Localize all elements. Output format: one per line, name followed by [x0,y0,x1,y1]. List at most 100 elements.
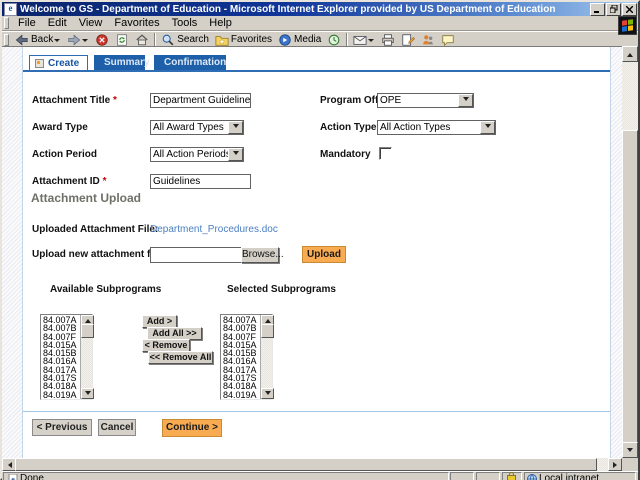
toolbar-grip[interactable] [4,33,9,46]
print-button[interactable] [378,32,398,47]
back-icon [15,33,29,47]
cancel-button[interactable]: Cancel [98,419,136,436]
back-label: Back [31,34,54,45]
restore-button[interactable] [606,2,621,16]
mail-dropdown-icon[interactable] [368,38,375,45]
action-type-select[interactable]: All Action Types [377,120,496,135]
remove-all-button[interactable]: << Remove All [148,351,213,364]
program-office-value: OPE [380,95,402,106]
back-button[interactable]: Back [12,32,64,47]
scroll-up-icon[interactable] [622,46,638,62]
minimize-button[interactable] [590,2,605,16]
scroll-left-icon[interactable] [2,458,16,471]
home-icon [135,33,149,47]
stop-button[interactable] [92,32,112,47]
menu-item[interactable]: Help [203,17,238,29]
tab-create[interactable]: Create [29,55,89,71]
tab-confirmation[interactable]: Confirmation [154,55,226,70]
browse-button[interactable]: Browse... [241,247,284,263]
required-asterisk: * [112,95,117,106]
program-office-select[interactable]: OPE [377,93,474,108]
close-button[interactable] [622,2,637,16]
dropdown-button[interactable] [228,148,243,161]
mail-icon [353,33,367,47]
available-subprograms-listbox[interactable]: 84.007A 84.007B 84.007F 84.015A 84.015B 84.01… [40,314,94,400]
previous-button[interactable]: < Previous [32,419,92,436]
forward-button[interactable] [64,32,92,47]
chevron-down-icon [484,124,491,131]
security-zone-text: Local intranet [539,473,600,480]
edit-button[interactable] [398,32,418,47]
discuss-icon [441,33,455,47]
page-left-margin [2,47,23,459]
scrollbar-thumb[interactable] [261,324,274,338]
security-panel [502,472,522,480]
vertical-scrollbar[interactable] [622,46,638,458]
listbox-scrollbar[interactable] [80,315,94,399]
dropdown-button[interactable] [458,94,473,107]
refresh-button[interactable] [112,32,132,47]
available-subprograms-items: 84.007A 84.007B 84.007F 84.015A 84.015B 84.01… [41,315,80,399]
upload-button[interactable]: Upload [302,246,346,263]
selected-subprograms-listbox[interactable]: 84.007A 84.007B 84.007F 84.015A 84.015B 84.01… [220,314,274,400]
available-subprograms-label: Available Subprograms [50,284,162,295]
intranet-icon [527,473,537,480]
dropdown-button[interactable] [480,121,495,134]
attachment-id-label: Attachment ID * [32,176,107,187]
listbox-scrollbar[interactable] [260,315,274,399]
toolbar-separator [346,33,349,46]
horizontal-scrollbar[interactable] [2,458,622,471]
page-content: Create Summary Confirmation Attachment T… [2,46,622,459]
scrollbar-thumb[interactable] [15,458,597,471]
history-button[interactable] [324,32,344,47]
scrollbar-thumb[interactable] [81,324,94,338]
menu-grip[interactable] [4,17,9,29]
award-type-select[interactable]: All Award Types [150,120,244,135]
scroll-down-icon[interactable] [622,442,638,458]
discuss-button[interactable] [438,32,458,47]
chevron-down-icon [462,97,469,104]
footer-divider [23,411,610,412]
upload-file-input[interactable] [150,247,242,263]
messenger-icon [421,33,435,47]
attachment-upload-section-title: Attachment Upload [31,191,142,205]
menu-item[interactable]: Tools [166,17,204,29]
messenger-button[interactable] [418,32,438,47]
scroll-down-icon[interactable] [81,388,94,399]
toolbar-separator [154,33,157,46]
media-button[interactable]: Media [275,32,324,47]
window-title: Welcome to GS - Department of Education … [20,3,556,15]
forward-dropdown-icon[interactable] [82,38,89,45]
menu-item[interactable]: Favorites [108,17,165,29]
listbox-option[interactable]: 84.019A [43,390,80,399]
uploaded-file-link[interactable]: Department_Procedures.doc [150,224,278,235]
tab-summary[interactable]: Summary [94,55,150,70]
dropdown-button[interactable] [228,121,243,134]
scrollbar-thumb[interactable] [622,130,638,444]
tab-underline [23,70,610,72]
action-period-value: All Action Periods [153,149,228,160]
award-type-value: All Award Types [153,122,224,133]
menu-item[interactable]: Edit [42,17,73,29]
search-button[interactable]: Search [158,32,212,47]
mandatory-checkbox[interactable] [379,147,392,160]
scroll-down-icon[interactable] [261,388,274,399]
home-button[interactable] [132,32,152,47]
listbox-option[interactable]: 84.019A [223,390,260,399]
favorites-icon [215,33,229,47]
mandatory-label: Mandatory [320,149,371,160]
favorites-button[interactable]: Favorites [212,32,275,47]
status-bar: e Done Local intranet [2,471,638,480]
mail-button[interactable] [350,32,378,47]
menu-item[interactable]: View [73,17,109,29]
windows-logo-throbber [618,16,637,35]
history-icon [327,33,341,47]
attachment-id-input[interactable]: Guidelines [150,174,251,189]
search-label: Search [177,34,209,45]
attachment-title-input[interactable]: Department Guidelines [150,93,251,108]
continue-button[interactable]: Continue > [162,419,222,437]
scroll-right-icon[interactable] [608,458,622,471]
menu-item[interactable]: File [12,17,42,29]
back-dropdown-icon[interactable] [54,38,61,45]
action-period-select[interactable]: All Action Periods [150,147,244,162]
